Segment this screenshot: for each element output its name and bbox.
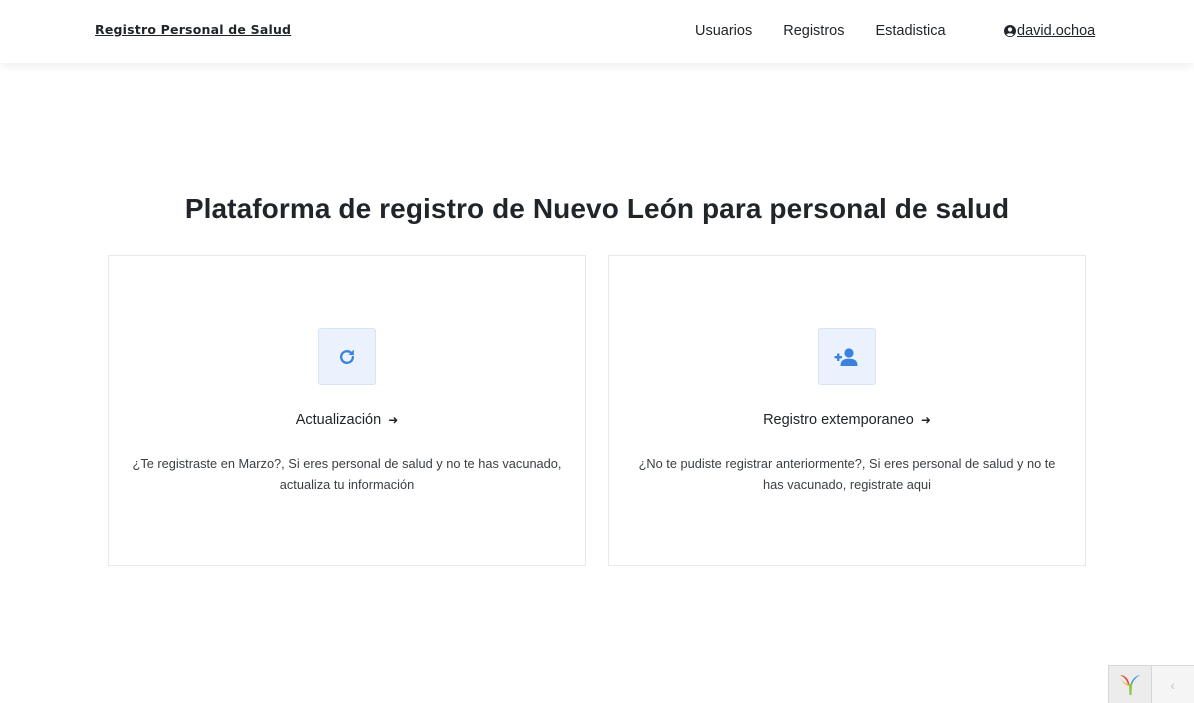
user-menu[interactable]: david.ochoa xyxy=(1004,23,1095,39)
card-title-actualizacion: Actualización ➜ xyxy=(109,412,585,428)
arrow-right-icon: ➜ xyxy=(920,413,931,427)
nav-item-estadistica[interactable]: Estadistica xyxy=(875,23,945,39)
card-actualizacion[interactable]: Actualización ➜ ¿Te registraste en Marzo… xyxy=(108,255,586,566)
brand-link[interactable]: Registro Personal de Salud xyxy=(95,22,291,37)
user-circle-icon xyxy=(1004,25,1016,37)
nav-item-registros[interactable]: Registros xyxy=(783,23,844,39)
card-registro-extemporaneo[interactable]: Registro extemporaneo ➜ ¿No te pudiste r… xyxy=(608,255,1086,566)
nav-menu: Usuarios Registros Estadistica xyxy=(695,23,946,39)
username-label: david.ochoa xyxy=(1017,23,1096,39)
card-description-actualizacion: ¿Te registraste en Marzo?, Si eres perso… xyxy=(132,456,562,492)
card-title-text: Registro extemporaneo xyxy=(763,412,914,428)
page-title: Plataforma de registro de Nuevo León par… xyxy=(184,193,1010,224)
refresh-icon xyxy=(318,328,376,385)
debug-toolbar: ‹ xyxy=(1108,665,1194,703)
chevron-left-icon[interactable]: ‹ xyxy=(1152,666,1194,703)
arrow-right-icon: ➜ xyxy=(388,413,399,427)
yii-logo-icon[interactable] xyxy=(1109,666,1152,703)
user-plus-icon xyxy=(818,328,876,385)
nav-item-usuarios[interactable]: Usuarios xyxy=(695,23,752,39)
card-title-text: Actualización xyxy=(295,412,382,428)
card-description-registro: ¿No te pudiste registrar anteriormente?,… xyxy=(638,456,1056,492)
card-title-registro: Registro extemporaneo ➜ xyxy=(609,412,1085,428)
navbar: Registro Personal de Salud Usuarios Regi… xyxy=(0,0,1194,63)
